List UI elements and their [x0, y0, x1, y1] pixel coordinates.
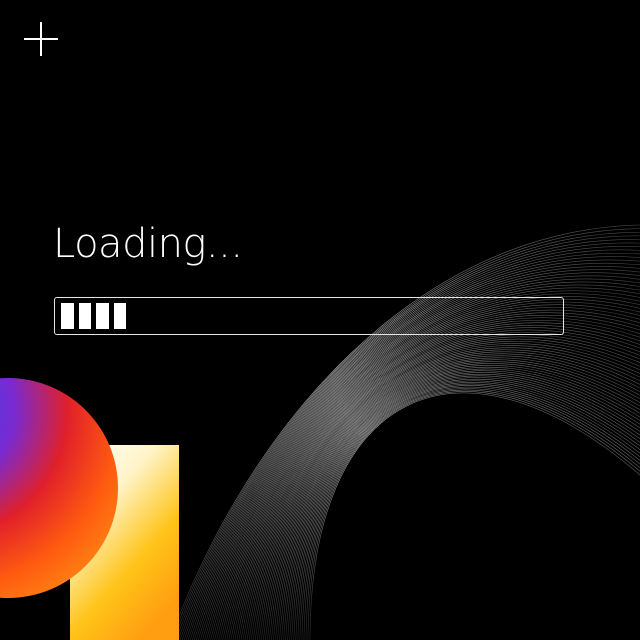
progress-segment — [113, 303, 126, 329]
progress-segments — [61, 303, 126, 329]
loading-label: Loading... — [53, 221, 243, 267]
progress-segment — [78, 303, 91, 329]
loading-screen: Loading... — [0, 0, 640, 640]
progress-segment — [61, 303, 74, 329]
progress-segment — [96, 303, 109, 329]
wave-line — [301, 386, 640, 640]
wave-line — [281, 370, 640, 640]
wave-line — [269, 359, 640, 640]
wave-line — [283, 372, 640, 640]
wave-line — [305, 389, 640, 640]
plus-icon — [24, 22, 58, 56]
progress-bar — [54, 297, 564, 335]
wave-line — [169, 224, 640, 640]
wave-line — [171, 228, 640, 640]
wave-line — [293, 380, 640, 640]
wave-line — [303, 388, 640, 640]
